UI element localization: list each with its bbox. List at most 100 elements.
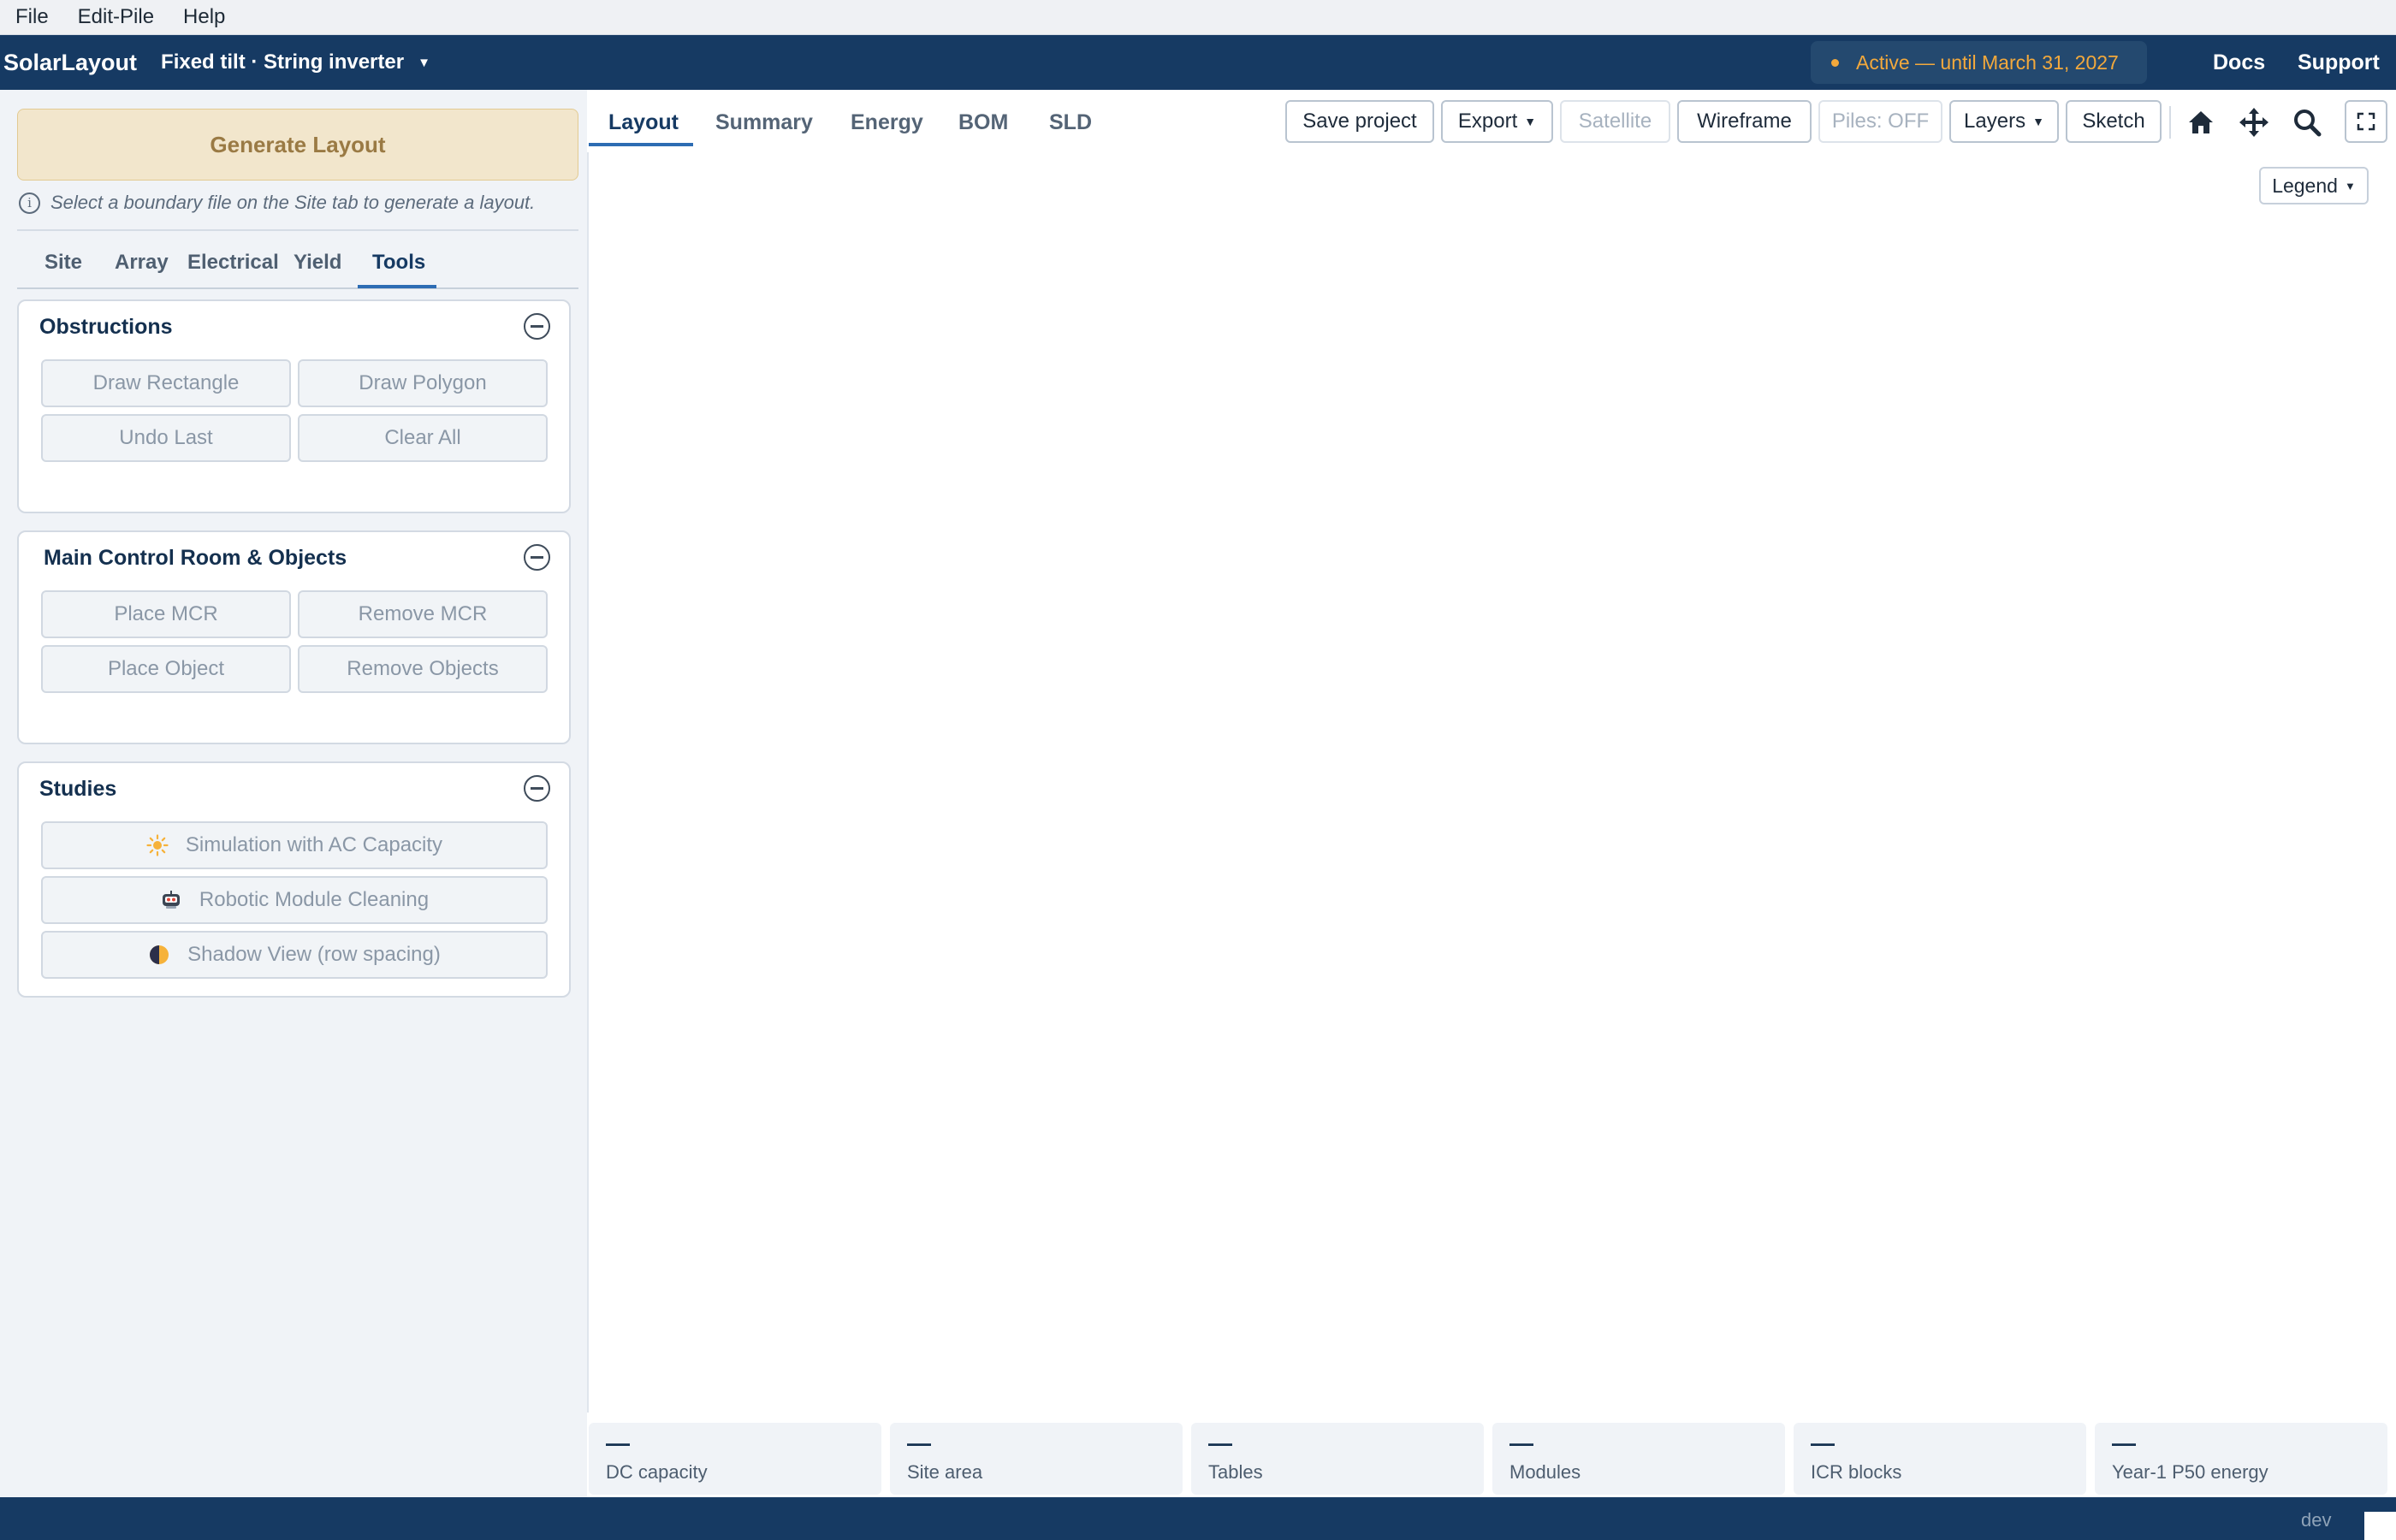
stat-label: DC capacity [606,1461,708,1483]
stat-label: ICR blocks [1811,1461,1902,1483]
stat-label: Modules [1509,1461,1581,1483]
place-mcr-button[interactable]: Place MCR [41,590,291,638]
move-icon[interactable] [2236,104,2272,140]
status-bar: dev [0,1497,2396,1540]
generate-hint-text: Select a boundary file on the Site tab t… [50,192,536,213]
divider [17,229,578,231]
studies-title: Studies [39,777,117,801]
sun-icon [146,834,169,856]
docs-link[interactable]: Docs [2213,50,2265,75]
stat-value: — [1208,1430,1232,1456]
clear-all-button[interactable]: Clear All [298,414,548,462]
generate-layout-button[interactable]: Generate Layout [17,109,578,181]
stat-site-area: — Site area [890,1423,1183,1495]
home-icon[interactable] [2183,104,2219,140]
footer-corner-tab [2364,1512,2396,1540]
left-tabs: Site Array Electrical Yield Tools [17,242,578,289]
stat-modules: — Modules [1492,1423,1785,1495]
app-brand: SolarLayout [3,49,138,75]
stat-label: Site area [907,1461,983,1483]
menu-bar: File Edit-Pile Help [0,0,2396,35]
chevron-down-icon: ▼ [2032,115,2044,128]
fullscreen-icon[interactable] [2345,100,2387,143]
tab-sld[interactable]: SLD [1049,110,1092,135]
chevron-down-icon: ▼ [418,55,430,70]
shadow-view-button[interactable]: Shadow View (row spacing) [41,931,548,979]
robot-icon [160,889,182,911]
chevron-down-icon: ▼ [1524,115,1537,128]
stat-tables: — Tables [1191,1423,1484,1495]
obstructions-card: Obstructions Draw Rectangle Draw Polygon… [17,299,571,513]
save-project-button[interactable]: Save project [1285,100,1434,143]
stat-label: Year-1 P50 energy [2112,1461,2268,1483]
piles-toggle[interactable]: Piles: OFF [1818,100,1942,143]
chevron-down-icon: ▼ [2344,179,2356,192]
satellite-button[interactable]: Satellite [1560,100,1670,143]
collapse-icon[interactable] [524,544,550,571]
remove-mcr-button[interactable]: Remove MCR [298,590,548,638]
stat-value: — [907,1430,931,1456]
robotic-module-cleaning-label: Robotic Module Cleaning [199,888,430,911]
license-status-text: Active — until March 31, 2027 [1856,50,2119,74]
half-moon-icon [148,944,170,966]
stat-year1-p50-energy: — Year-1 P50 energy [2095,1423,2387,1495]
tab-electrical[interactable]: Electrical [187,251,279,275]
left-panel: Generate Layout i Select a boundary file… [0,90,587,1497]
shadow-view-label: Shadow View (row spacing) [187,943,441,966]
menu-edit-pile[interactable]: Edit-Pile [78,5,154,29]
tab-site[interactable]: Site [44,251,82,275]
stat-label: Tables [1208,1461,1263,1483]
layers-label: Layers [1964,110,2026,133]
robotic-module-cleaning-button[interactable]: Robotic Module Cleaning [41,876,548,924]
export-label: Export [1457,110,1518,133]
stat-value: — [1509,1430,1533,1456]
search-icon[interactable] [2289,104,2325,140]
menu-help[interactable]: Help [183,5,225,29]
status-dot-icon [1831,58,1839,67]
remove-objects-button[interactable]: Remove Objects [298,645,548,693]
active-tab-indicator [358,285,436,288]
support-link[interactable]: Support [2298,50,2380,75]
environment-label: dev [2301,1509,2332,1531]
stat-value: — [2112,1430,2136,1456]
stat-dc-capacity: — DC capacity [589,1423,881,1495]
place-object-button[interactable]: Place Object [41,645,291,693]
tab-summary[interactable]: Summary [715,110,813,135]
stat-value: — [606,1430,630,1456]
simulation-ac-capacity-label: Simulation with AC Capacity [185,833,443,856]
menu-file[interactable]: File [15,5,49,29]
mode-selector[interactable]: Fixed tilt · String inverter ▼ [161,50,430,74]
toolbar-divider [2169,106,2171,139]
tab-array[interactable]: Array [115,251,169,275]
simulation-ac-capacity-button[interactable]: Simulation with AC Capacity [41,821,548,869]
tab-layout[interactable]: Layout [608,110,679,135]
legend-label: Legend [2272,174,2338,197]
obstructions-title: Obstructions [39,315,173,339]
collapse-icon[interactable] [524,313,550,340]
sketch-button[interactable]: Sketch [2066,100,2162,143]
layers-button[interactable]: Layers ▼ [1949,100,2059,143]
mode-label: Fixed tilt · String inverter [161,50,405,74]
mcr-card: Main Control Room & Objects Place MCR Re… [17,530,571,744]
tab-energy[interactable]: Energy [851,110,923,135]
draw-polygon-button[interactable]: Draw Polygon [298,359,548,407]
tab-bom[interactable]: BOM [958,110,1008,135]
info-icon: i [19,192,40,214]
tab-tools[interactable]: Tools [372,251,425,275]
draw-rectangle-button[interactable]: Draw Rectangle [41,359,291,407]
undo-last-button[interactable]: Undo Last [41,414,291,462]
wireframe-button[interactable]: Wireframe [1677,100,1812,143]
active-tab-indicator [589,143,693,146]
mcr-title: Main Control Room & Objects [44,546,347,570]
studies-card: Studies Simulation with AC Capacity Robo… [17,761,571,998]
collapse-icon[interactable] [524,775,550,802]
export-button[interactable]: Export ▼ [1441,100,1553,143]
app-header: SolarLayout Fixed tilt · String inverter… [0,35,2396,90]
layout-canvas[interactable] [587,152,2393,1413]
license-status-badge: Active — until March 31, 2027 [1811,41,2147,84]
stat-value: — [1811,1430,1835,1456]
tab-yield[interactable]: Yield [294,251,341,275]
generate-hint: i Select a boundary file on the Site tab… [19,192,535,214]
legend-button[interactable]: Legend ▼ [2259,167,2369,204]
stat-icr-blocks: — ICR blocks [1794,1423,2086,1495]
